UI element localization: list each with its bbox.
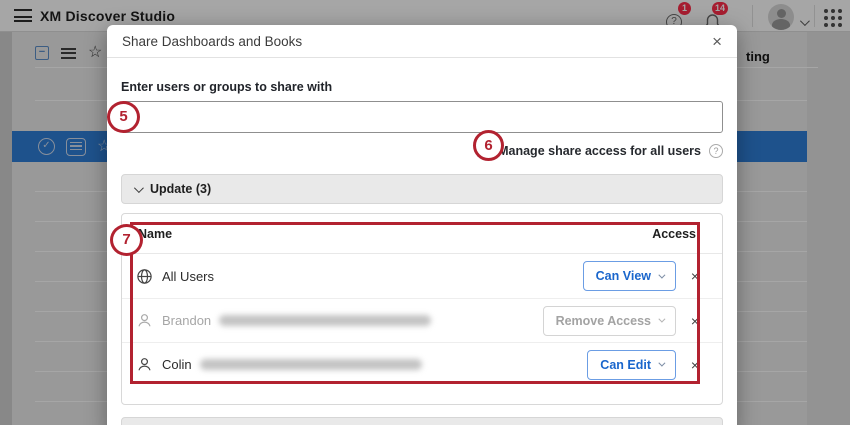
manage-access-label: Manage share access for all users	[498, 144, 701, 158]
update-section-header[interactable]: Update (3)	[121, 174, 723, 204]
user-name: Colin	[162, 357, 192, 372]
user-name-group: Brandon	[162, 313, 543, 328]
manage-access-row: ✓ Manage share access for all users ?	[121, 142, 723, 159]
remove-row-icon[interactable]: ×	[682, 357, 708, 373]
close-icon[interactable]: ×	[712, 33, 722, 50]
redacted-email	[219, 315, 431, 326]
user-name-group: Colin	[162, 357, 587, 372]
annotation-step-6: 6	[473, 130, 504, 161]
table-row: Colin Can Edit ×	[122, 342, 722, 386]
dialog-body: Enter users or groups to share with ✓ Ma…	[107, 58, 737, 425]
table-row: All Users Can View ×	[122, 254, 722, 298]
collapsed-section-header[interactable]	[121, 417, 723, 425]
user-name: Brandon	[162, 313, 211, 328]
table-row: Brandon Remove Access ×	[122, 298, 722, 342]
chevron-down-icon	[658, 271, 665, 278]
access-level-dropdown[interactable]: Can Edit	[587, 350, 676, 380]
chevron-down-icon	[658, 360, 665, 367]
name-column-header: Name	[138, 227, 172, 241]
person-icon	[136, 312, 153, 329]
user-name-group: All Users	[162, 269, 583, 284]
dialog-title: Share Dashboards and Books	[122, 34, 302, 49]
help-tooltip-icon[interactable]: ?	[709, 144, 723, 158]
dialog-header: Share Dashboards and Books ×	[107, 25, 737, 58]
screen: XM Discover Studio ? 1 14 − ☆ ting	[0, 0, 850, 425]
share-dialog: Share Dashboards and Books × Enter users…	[107, 25, 737, 425]
table-header-row: Name Access	[122, 214, 722, 254]
share-users-input[interactable]	[121, 101, 723, 133]
update-section-title: Update (3)	[150, 182, 211, 196]
remove-row-icon[interactable]: ×	[682, 268, 708, 284]
redacted-email	[200, 359, 422, 370]
access-level-label: Can Edit	[600, 358, 651, 372]
access-level-dropdown[interactable]: Can View	[583, 261, 676, 291]
access-column-header: Access	[652, 227, 708, 241]
access-level-dropdown[interactable]: Remove Access	[543, 306, 676, 336]
chevron-down-icon	[134, 183, 144, 193]
access-level-label: Can View	[596, 269, 651, 283]
annotation-step-7: 7	[110, 224, 143, 256]
share-with-label: Enter users or groups to share with	[121, 80, 723, 94]
user-name: All Users	[162, 269, 214, 284]
annotation-step-5: 5	[107, 101, 140, 133]
remove-row-icon[interactable]: ×	[682, 313, 708, 329]
globe-icon	[136, 268, 153, 285]
share-access-table: Name Access All Users Can View ×	[121, 213, 723, 405]
access-level-label: Remove Access	[556, 314, 651, 328]
person-icon	[136, 356, 153, 373]
chevron-down-icon	[658, 316, 665, 323]
